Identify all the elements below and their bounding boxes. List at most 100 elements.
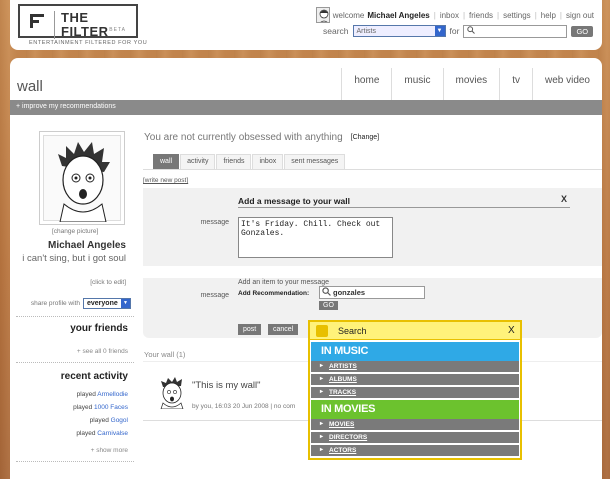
logo-beta: BETA [109, 27, 126, 33]
site-header: THE FILTER BETA ENTERTAINMENT FILTERED F… [10, 0, 602, 50]
search-music-albums[interactable]: ALBUMS [311, 374, 519, 386]
tab-sent-messages[interactable]: sent messages [284, 154, 346, 169]
header-search: search Artists ▼ for GO [323, 24, 594, 38]
profile-tabs: wall activity friends inbox sent message… [153, 154, 346, 169]
activity-link[interactable]: Carnivalse [97, 430, 128, 437]
in-music-heading: IN MUSIC [311, 342, 519, 361]
main-nav: home music movies tv web video [341, 68, 602, 100]
divider [16, 362, 134, 363]
obsession-line: You are not currently obsessed with anyt… [144, 132, 379, 143]
search-movies-movies[interactable]: MOVIES [311, 419, 519, 431]
filter-search-icon [316, 325, 328, 337]
wall-post-avatar[interactable] [155, 375, 189, 410]
filter-logo-icon [30, 14, 44, 28]
settings-link[interactable]: settings [503, 11, 531, 20]
in-movies-heading: IN MOVIES [311, 400, 519, 419]
search-category-value: Artists [356, 27, 376, 35]
share-profile: share profile with everyone ▼ [16, 298, 131, 309]
recent-activity-heading: recent activity [60, 371, 128, 382]
search-movies-actors[interactable]: ACTORS [311, 445, 519, 457]
wall-post-meta: by you, 16:03 20 Jun 2008 | no com [192, 403, 296, 410]
profile-status: i can't sing, but i got soul [22, 253, 126, 264]
form-title-rule [238, 207, 570, 208]
wall-post-form: Add a message to your wall X message Add… [143, 188, 602, 338]
activity-link[interactable]: Gogol [111, 417, 128, 424]
inbox-link[interactable]: inbox [440, 11, 459, 20]
tab-activity[interactable]: activity [180, 154, 216, 169]
show-more-link[interactable]: + show more [16, 447, 128, 454]
message-label: message [200, 292, 229, 299]
search-music-tracks[interactable]: TRACKS [311, 387, 519, 399]
chevron-down-icon: ▼ [434, 26, 445, 36]
activity-item: played Gogol [89, 417, 128, 424]
tab-wall[interactable]: wall [153, 154, 180, 169]
friends-link[interactable]: friends [469, 11, 493, 20]
welcome-user-name[interactable]: Michael Angeles [367, 11, 429, 20]
message-field[interactable] [238, 217, 393, 258]
profile-portrait-icon [58, 142, 110, 223]
activity-link[interactable]: Armellodie [97, 391, 128, 398]
wall-post-text: "This is my wall" [192, 380, 261, 391]
dropdown-title: Search [338, 326, 367, 336]
nav-tv[interactable]: tv [499, 68, 532, 100]
search-category-select[interactable]: Artists ▼ [352, 25, 446, 37]
search-go-button[interactable]: GO [571, 25, 594, 37]
wall-header: Your wall (1) [144, 350, 186, 359]
logo-text: THE FILTER [54, 11, 136, 39]
recommendation-go-button[interactable]: GO [319, 301, 338, 310]
user-avatar-small[interactable] [315, 7, 330, 23]
obsession-text: You are not currently obsessed with anyt… [144, 132, 343, 143]
chevron-down-icon: ▼ [121, 299, 130, 308]
close-form-button[interactable]: X [561, 194, 567, 204]
search-input[interactable] [463, 24, 568, 38]
cancel-button[interactable]: cancel [268, 324, 299, 335]
share-label: share profile with [30, 300, 80, 307]
site-logo[interactable]: THE FILTER BETA [18, 4, 138, 39]
site-tagline: ENTERTAINMENT FILTERED FOR YOU [29, 40, 148, 46]
nav-web-video[interactable]: web video [531, 68, 602, 100]
welcome-text: welcome [332, 10, 365, 20]
activity-item: played Armellodie [76, 391, 128, 398]
add-item-label: Add an item to your message [238, 279, 330, 286]
search-music-artists[interactable]: ARTISTS [311, 361, 519, 373]
write-new-post-link[interactable]: [write new post] [143, 177, 188, 184]
nav-movies[interactable]: movies [442, 68, 500, 100]
help-link[interactable]: help [541, 11, 556, 20]
tab-inbox[interactable]: inbox [252, 154, 284, 169]
see-all-friends-link[interactable]: + see all 0 friends [16, 348, 128, 355]
search-label: search [323, 26, 349, 36]
nav-music[interactable]: music [391, 68, 442, 100]
divider [16, 461, 134, 462]
recommendation-input-value: gonzales [333, 288, 366, 297]
change-picture-link[interactable]: [change picture] [52, 228, 98, 235]
form-separator [143, 266, 602, 278]
edit-status-link[interactable]: [click to edit] [16, 279, 126, 286]
tab-divider [143, 169, 602, 170]
share-profile-select[interactable]: everyone ▼ [83, 298, 131, 309]
nav-home[interactable]: home [341, 68, 391, 100]
recommendation-search-dropdown: Search X IN MUSIC ARTISTS ALBUMS TRACKS … [308, 320, 522, 460]
improve-bar: + improve my recommendations [10, 100, 602, 115]
search-icon [467, 26, 476, 36]
close-dropdown-button[interactable]: X [508, 325, 515, 336]
divider [16, 316, 134, 317]
recommendation-search-input[interactable]: gonzales [319, 286, 425, 299]
dropdown-header: Search X [310, 322, 520, 340]
share-profile-value: everyone [87, 300, 118, 307]
for-label: for [449, 26, 460, 36]
add-recommendation-label: Add Recommendation: [238, 290, 310, 297]
post-button[interactable]: post [238, 324, 262, 335]
search-movies-directors[interactable]: DIRECTORS [311, 432, 519, 444]
activity-link[interactable]: 1000 Faces [94, 404, 128, 411]
profile-picture [39, 131, 125, 225]
improve-recommendations-link[interactable]: + improve my recommendations [16, 103, 116, 110]
change-obsession-link[interactable]: [Change] [351, 134, 379, 141]
sign-out-link[interactable]: sign out [566, 11, 594, 20]
page-title: wall [17, 78, 43, 95]
activity-item: played Carnivalse [76, 430, 128, 437]
message-label: message [200, 219, 229, 226]
activity-item: played 1000 Faces [73, 404, 128, 411]
form-title: Add a message to your wall [238, 196, 350, 206]
tab-friends[interactable]: friends [216, 154, 252, 169]
search-icon [322, 287, 331, 298]
